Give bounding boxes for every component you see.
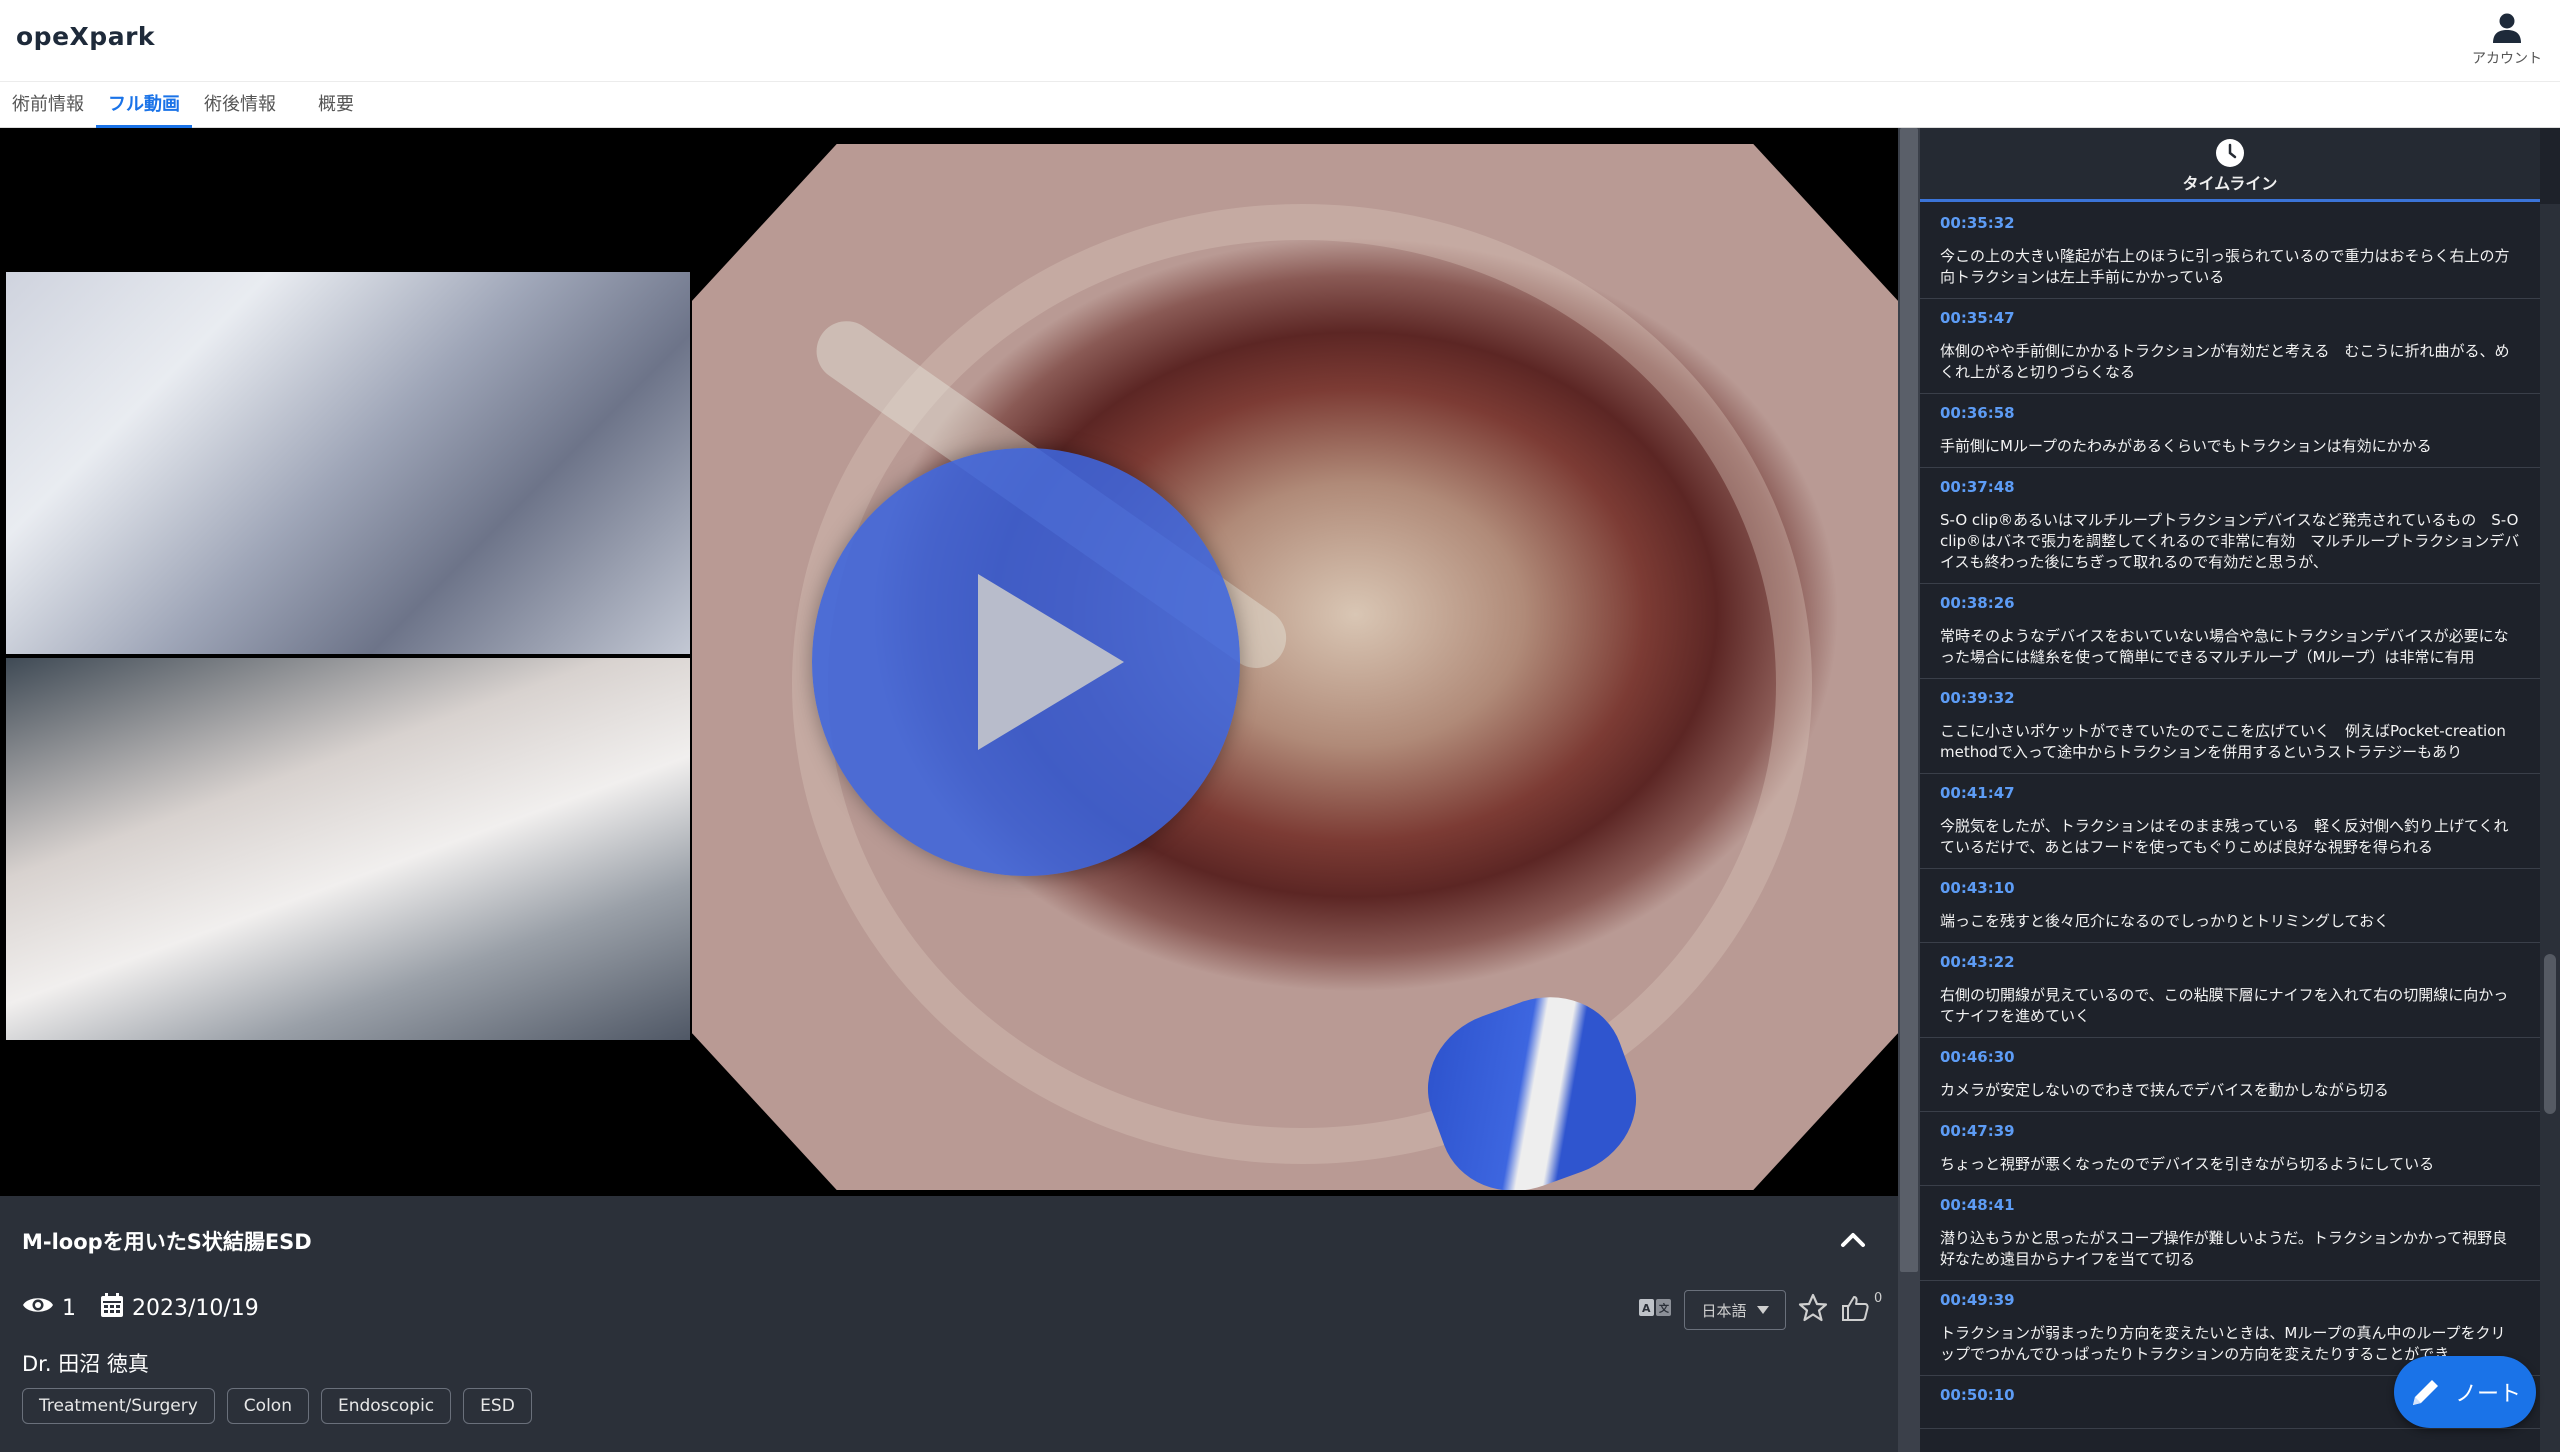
timeline-entry[interactable]: 00:48:41 潜り込もうかと思ったがスコープ操作が難しいようだ。トラクション… <box>1920 1186 2540 1281</box>
timeline-comment: カメラが安定しないのでわきで挟んでデバイスを動かしながら切る <box>1940 1081 2389 1099</box>
timeline-comment: 手前側にMループのたわみがあるくらいでもトラクションは有効にかかる <box>1940 437 2432 455</box>
timeline-entry[interactable]: 00:46:30 カメラが安定しないのでわきで挟んでデバイスを動かしながら切る <box>1920 1038 2540 1112</box>
calendar-icon <box>100 1292 124 1324</box>
tab-bar: 術前情報 フル動画 術後情報 概要 <box>0 82 2560 128</box>
timeline-timestamp: 00:43:10 <box>1940 879 2015 897</box>
tab-full-video[interactable]: フル動画 <box>96 82 192 128</box>
timeline-timestamp: 00:35:47 <box>1940 309 2015 327</box>
timeline-timestamp: 00:47:39 <box>1940 1122 2015 1140</box>
timeline-entry[interactable]: 00:43:10 端っこを残すと後々厄介になるのでしっかりとトリミングしておく <box>1920 869 2540 943</box>
app-logo[interactable]: opeXpark <box>16 22 155 51</box>
timeline-timestamp: 00:39:32 <box>1940 689 2015 707</box>
clock-icon <box>2216 139 2244 167</box>
timeline-comment: 右側の切開線が見えているので、この粘膜下層にナイフを入れて右の切開線に向かってナ… <box>1940 986 2509 1025</box>
video-player[interactable] <box>0 128 1898 1196</box>
timeline-entry[interactable]: 00:47:39 ちょっと視野が悪くなったのでデバイスを引きながら切るようにして… <box>1920 1112 2540 1186</box>
timeline-comment: 常時そのようなデバイスをおいていない場合や急にトラクションデバイスが必要になった… <box>1940 627 2509 666</box>
video-meta: 1 2023/10/19 <box>22 1292 259 1324</box>
video-info-panel: M-loopを用いたS状結腸ESD 1 2023/10/19 Dr. 田沼 徳真… <box>0 1196 1898 1452</box>
timeline-entry[interactable]: 00:36:58 手前側にMループのたわみがあるくらいでもトラクションは有効にか… <box>1920 394 2540 468</box>
account-label: アカウント <box>2472 51 2542 67</box>
upload-date: 2023/10/19 <box>132 1295 259 1321</box>
video-title: M-loopを用いたS状結腸ESD <box>22 1230 312 1254</box>
star-icon <box>1798 1293 1828 1322</box>
timeline-comment: 端っこを残すと後々厄介になるのでしっかりとトリミングしておく <box>1940 912 2390 930</box>
play-button[interactable] <box>812 448 1240 876</box>
like-button[interactable] <box>1840 1293 1870 1327</box>
collapse-info-button[interactable] <box>1836 1222 1870 1256</box>
timeline-comment: 潜り込もうかと思ったがスコープ操作が難しいようだ。トラクションかかって視野良好な… <box>1940 1229 2508 1268</box>
timeline-list: 00:35:32 今この上の大きい隆起が右上のほうに引っ張られているので重力はお… <box>1920 204 2540 1452</box>
like-count: 0 <box>1874 1290 1883 1306</box>
view-count: 1 <box>62 1295 76 1321</box>
timeline-entry[interactable]: 00:43:22 右側の切開線が見えているので、この粘膜下層にナイフを入れて右の… <box>1920 943 2540 1038</box>
chevron-up-icon <box>1841 1233 1865 1247</box>
timeline-timestamp: 00:36:58 <box>1940 404 2015 422</box>
tag-list: Treatment/Surgery Colon Endoscopic ESD <box>22 1388 532 1424</box>
timeline-timestamp: 00:46:30 <box>1940 1048 2015 1066</box>
favorite-button[interactable] <box>1798 1293 1828 1327</box>
doctor-name: Dr. 田沼 徳真 <box>22 1352 149 1376</box>
timeline-entry[interactable]: 00:37:48 S-O clip®あるいはマルチループトラクションデバイスなど… <box>1920 468 2540 584</box>
svg-text:A: A <box>1642 1302 1651 1315</box>
pencil-icon <box>2412 1380 2438 1405</box>
timeline-comment: ここに小さいポケットができていたのでここを広げていく 例えばPocket-cre… <box>1940 722 2506 761</box>
timeline-title: タイムライン <box>2182 174 2278 193</box>
thumbs-up-icon <box>1842 1296 1869 1321</box>
tag-esd[interactable]: ESD <box>463 1388 532 1424</box>
timeline-entry[interactable]: 00:35:32 今この上の大きい隆起が右上のほうに引っ張られているので重力はお… <box>1920 204 2540 299</box>
language-select[interactable]: 日本語 <box>1684 1290 1786 1330</box>
tag-treatment-surgery[interactable]: Treatment/Surgery <box>22 1388 215 1424</box>
timeline-timestamp: 00:35:32 <box>1940 214 2015 232</box>
timeline-timestamp: 00:41:47 <box>1940 784 2015 802</box>
tag-endoscopic[interactable]: Endoscopic <box>320 1388 452 1424</box>
timeline-timestamp: 00:49:39 <box>1940 1291 2015 1309</box>
timeline-timestamp: 00:48:41 <box>1940 1196 2015 1214</box>
timeline-panel: タイムライン 00:35:32 今この上の大きい隆起が右上のほうに引っ張られてい… <box>1920 128 2560 1452</box>
timeline-timestamp: 00:38:26 <box>1940 594 2015 612</box>
timeline-header[interactable]: タイムライン <box>1920 128 2540 202</box>
operating-room-view-2 <box>6 658 690 1040</box>
user-icon <box>2493 13 2521 43</box>
timeline-entry[interactable]: 00:38:26 常時そのようなデバイスをおいていない場合や急にトラクションデバ… <box>1920 584 2540 679</box>
timeline-entry[interactable]: 00:41:47 今脱気をしたが、トラクションはそのまま残っている 軽く反対側へ… <box>1920 774 2540 869</box>
note-button-label: ノート <box>2454 1382 2521 1407</box>
timeline-timestamp: 00:43:22 <box>1940 953 2015 971</box>
app-header: opeXpark アカウント <box>0 0 2560 82</box>
timeline-comment: 体側のやや手前側にかかるトラクションが有効だと考える むこうに折れ曲がる、めくれ… <box>1940 342 2510 381</box>
timeline-entry[interactable]: 00:39:32 ここに小さいポケットができていたのでここを広げていく 例えばP… <box>1920 679 2540 774</box>
tab-preoperative[interactable]: 術前情報 <box>0 82 96 128</box>
timeline-comment: 今脱気をしたが、トラクションはそのまま残っている 軽く反対側へ釣り上げてくれてい… <box>1940 817 2509 856</box>
tab-postoperative[interactable]: 術後情報 <box>192 82 288 128</box>
timeline-comment: ちょっと視野が悪くなったのでデバイスを引きながら切るようにしている <box>1940 1155 2435 1173</box>
video-controls: A 文 日本語 0 <box>1638 1288 1882 1332</box>
timeline-comment: 今この上の大きい隆起が右上のほうに引っ張られているので重力はおそらく右上の方向ト… <box>1940 247 2510 286</box>
tag-colon[interactable]: Colon <box>226 1388 309 1424</box>
timeline-comment: S-O clip®あるいはマルチループトラクションデバイスなど発売されているもの… <box>1940 511 2520 571</box>
timeline-timestamp: 00:37:48 <box>1940 478 2015 496</box>
tab-overview[interactable]: 概要 <box>288 82 384 128</box>
operating-room-view-1 <box>6 272 690 654</box>
note-button[interactable]: ノート <box>2394 1356 2536 1428</box>
timeline-scrollbar[interactable] <box>2540 204 2560 1452</box>
chevron-down-icon <box>1756 1306 1769 1314</box>
translate-icon[interactable]: A 文 <box>1638 1297 1672 1323</box>
svg-text:文: 文 <box>1659 1302 1670 1315</box>
play-icon <box>978 574 1124 750</box>
account-button[interactable]: アカウント <box>2472 12 2542 68</box>
panel-divider-scrollbar[interactable] <box>1898 128 1920 1452</box>
language-value: 日本語 <box>1701 1301 1747 1320</box>
timeline-entry[interactable]: 00:35:47 体側のやや手前側にかかるトラクションが有効だと考える むこうに… <box>1920 299 2540 394</box>
eye-icon <box>22 1294 54 1322</box>
